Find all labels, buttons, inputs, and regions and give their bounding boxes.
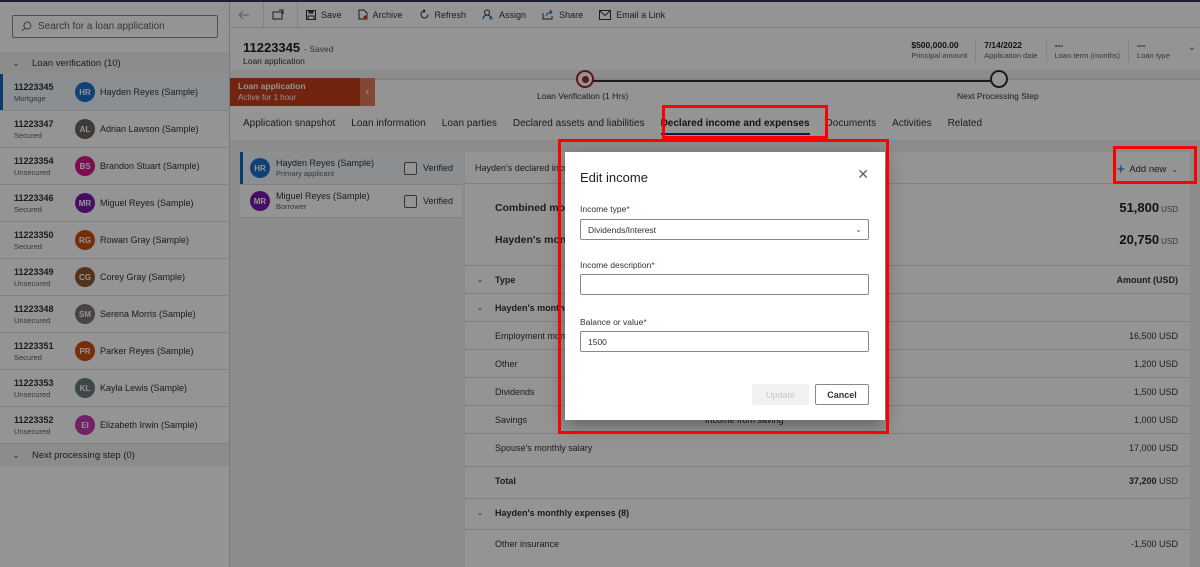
dialog-title: Edit income — [580, 170, 648, 185]
income-description-input[interactable] — [580, 274, 869, 295]
chevron-down-icon: ⌄ — [855, 225, 862, 234]
income-description-label: Income description* — [580, 260, 655, 270]
income-type-value: Dividends/Interest — [588, 224, 657, 235]
edit-income-dialog: Edit income ✕ Income type* Dividends/Int… — [565, 152, 885, 420]
balance-input[interactable]: 1500 — [580, 331, 869, 352]
balance-label: Balance or value* — [580, 317, 647, 327]
update-button[interactable]: Update — [752, 384, 809, 405]
cancel-button[interactable]: Cancel — [815, 384, 869, 405]
close-icon[interactable]: ✕ — [857, 166, 869, 183]
income-type-label: Income type* — [580, 204, 630, 214]
income-type-select[interactable]: Dividends/Interest ⌄ — [580, 219, 869, 240]
